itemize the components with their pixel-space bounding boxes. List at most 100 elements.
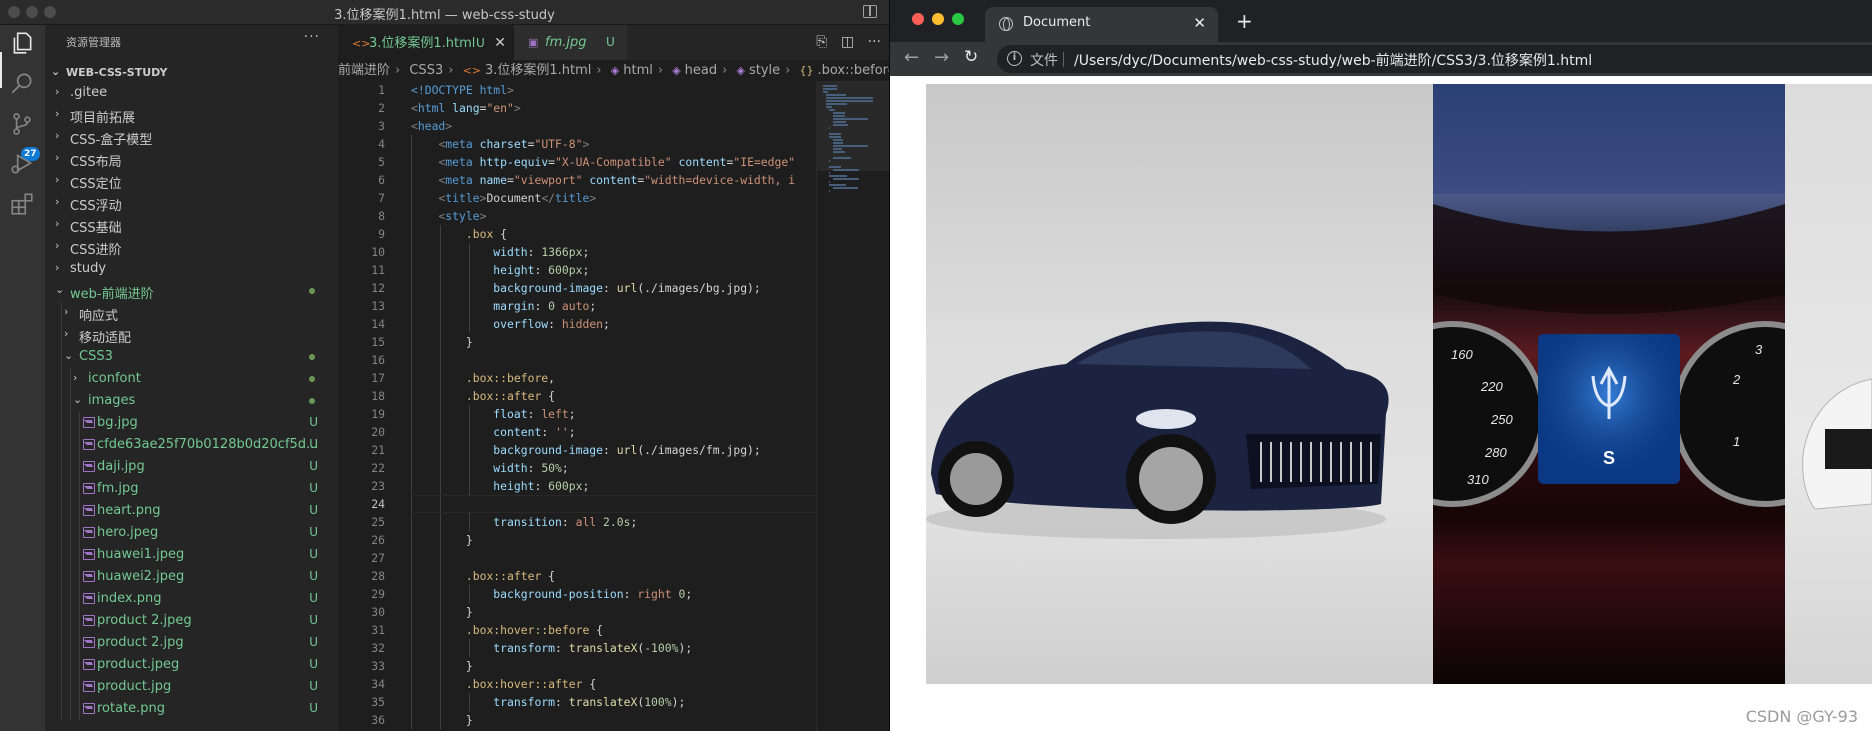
- code-line[interactable]: 7 <title>Document</title>: [338, 189, 816, 207]
- tree-folder[interactable]: › CSS进阶: [45, 236, 338, 258]
- breadcrumb-item[interactable]: html: [623, 63, 653, 78]
- tree-folder[interactable]: ⌄ web-前端进阶: [45, 280, 338, 302]
- code-line[interactable]: 1 <!DOCTYPE html>: [338, 81, 816, 99]
- code-line[interactable]: 18 .box::after {: [338, 387, 816, 405]
- address-url[interactable]: /Users/dyc/Documents/web-css-study/web-前…: [1074, 50, 1592, 70]
- tree-file[interactable]: product.jpg U: [45, 676, 338, 698]
- forward-arrow-icon[interactable]: →: [934, 47, 949, 68]
- minimap[interactable]: [816, 81, 889, 731]
- code-line[interactable]: 3 <head>: [338, 117, 816, 135]
- hover-box[interactable]: S 160 220 250 280 310 23 1: [926, 84, 1872, 684]
- code-line[interactable]: 11 height: 600px;: [338, 261, 816, 279]
- code-line[interactable]: 15 }: [338, 333, 816, 351]
- tree-file[interactable]: bg.jpg U: [45, 412, 338, 434]
- breadcrumb-item[interactable]: 3.位移案例1.html: [485, 63, 591, 78]
- code-line[interactable]: 21 background-image: url(./images/fm.jpg…: [338, 441, 816, 459]
- breadcrumb-item[interactable]: .box::before: [817, 63, 889, 78]
- address-bar[interactable]: i 文件 /Users/dyc/Documents/web-css-study/…: [997, 45, 1872, 73]
- new-tab-button[interactable]: +: [1236, 9, 1253, 33]
- tree-file[interactable]: product.jpeg U: [45, 654, 338, 676]
- code-line[interactable]: 24: [338, 495, 816, 513]
- tree-folder[interactable]: › CSS基础: [45, 214, 338, 236]
- tree-file[interactable]: rotate.png U: [45, 698, 338, 720]
- tree-file[interactable]: cfde63ae25f70b0128b0d20cf5d... U: [45, 434, 338, 456]
- tree-file[interactable]: huawei2.jpeg U: [45, 566, 338, 588]
- code-line[interactable]: 8 <style>: [338, 207, 816, 225]
- code-line[interactable]: 26 }: [338, 531, 816, 549]
- tree-folder[interactable]: › 项目前拓展: [45, 104, 338, 126]
- code-line[interactable]: 13 margin: 0 auto;: [338, 297, 816, 315]
- browser-minimize-button[interactable]: [932, 13, 944, 25]
- tree-file[interactable]: heart.png U: [45, 500, 338, 522]
- code-line[interactable]: 17 .box::before,: [338, 369, 816, 387]
- tree-folder[interactable]: › CSS浮动: [45, 192, 338, 214]
- code-line[interactable]: 25 transition: all 2.0s;: [338, 513, 816, 531]
- tree-folder[interactable]: ⌄ CSS3: [45, 346, 338, 368]
- split-editor-icon[interactable]: ◫: [841, 34, 854, 50]
- close-icon[interactable]: ✕: [1193, 14, 1206, 32]
- code-line[interactable]: 31 .box:hover::before {: [338, 621, 816, 639]
- reload-icon[interactable]: ↻: [964, 47, 978, 67]
- code-line[interactable]: 9 .box {: [338, 225, 816, 243]
- code-line[interactable]: 20 content: '';: [338, 423, 816, 441]
- code-line[interactable]: 34 .box:hover::after {: [338, 675, 816, 693]
- breadcrumb-item[interactable]: CSS3: [409, 63, 443, 78]
- breadcrumb-item[interactable]: style: [749, 63, 780, 78]
- code-line[interactable]: 23 height: 600px;: [338, 477, 816, 495]
- explorer-icon[interactable]: [9, 30, 35, 56]
- tree-folder[interactable]: › iconfont: [45, 368, 338, 390]
- close-icon[interactable]: ✕: [494, 26, 506, 61]
- code-line[interactable]: 35 transform: translateX(100%);: [338, 693, 816, 711]
- code-line[interactable]: 19 float: left;: [338, 405, 816, 423]
- more-icon[interactable]: ···: [868, 34, 881, 50]
- tree-folder[interactable]: › 移动适配: [45, 324, 338, 346]
- tree-folder[interactable]: › CSS-盒子模型: [45, 126, 338, 148]
- info-icon[interactable]: i: [1007, 51, 1022, 66]
- layout-toggle-icon[interactable]: [863, 5, 877, 18]
- code-line[interactable]: 12 background-image: url(./images/bg.jpg…: [338, 279, 816, 297]
- browser-close-button[interactable]: [912, 13, 924, 25]
- code-line[interactable]: 27: [338, 549, 816, 567]
- run-debug-icon[interactable]: [9, 150, 35, 176]
- tree-folder[interactable]: ⌄ images: [45, 390, 338, 412]
- code-line[interactable]: 29 background-position: right 0;: [338, 585, 816, 603]
- code-line[interactable]: 2 <html lang="en">: [338, 99, 816, 117]
- tree-folder[interactable]: › 响应式: [45, 302, 338, 324]
- code-line[interactable]: 22 width: 50%;: [338, 459, 816, 477]
- browser-tab[interactable]: Document ✕: [985, 7, 1218, 42]
- browser-maximize-button[interactable]: [952, 13, 964, 25]
- open-changes-icon[interactable]: ⎘: [816, 34, 827, 50]
- extensions-icon[interactable]: [9, 191, 35, 217]
- breadcrumb-item[interactable]: head: [685, 63, 717, 78]
- code-line[interactable]: 6 <meta name="viewport" content="width=d…: [338, 171, 816, 189]
- tree-file[interactable]: product 2.jpeg U: [45, 610, 338, 632]
- workspace-folder-title[interactable]: ⌄ WEB-CSS-STUDY: [45, 62, 338, 84]
- tree-file[interactable]: huawei1.jpeg U: [45, 544, 338, 566]
- tab-html-file[interactable]: <> 3.位移案例1.html U ✕: [338, 25, 514, 60]
- tree-file[interactable]: fm.jpg U: [45, 478, 338, 500]
- code-line[interactable]: 4 <meta charset="UTF-8">: [338, 135, 816, 153]
- code-line[interactable]: 28 .box::after {: [338, 567, 816, 585]
- code-line[interactable]: 5 <meta http-equiv="X-UA-Compatible" con…: [338, 153, 816, 171]
- tree-folder[interactable]: › CSS布局: [45, 148, 338, 170]
- search-icon[interactable]: [9, 70, 35, 96]
- code-line[interactable]: 30 }: [338, 603, 816, 621]
- code-line[interactable]: 33 }: [338, 657, 816, 675]
- code-line[interactable]: 32 transform: translateX(-100%);: [338, 639, 816, 657]
- tree-file[interactable]: daji.jpg U: [45, 456, 338, 478]
- back-arrow-icon[interactable]: ←: [904, 47, 919, 68]
- tree-folder[interactable]: › .gitee: [45, 82, 338, 104]
- code-line[interactable]: 36 }: [338, 711, 816, 729]
- source-control-icon[interactable]: [9, 111, 35, 137]
- more-actions-button[interactable]: ···: [304, 29, 320, 45]
- tree-file[interactable]: product 2.jpg U: [45, 632, 338, 654]
- code-editor[interactable]: 1 <!DOCTYPE html> 2 <html lang="en"> 3 <head>…: [338, 81, 816, 731]
- breadcrumb-item[interactable]: 前端进阶: [338, 63, 390, 78]
- code-line[interactable]: 10 width: 1366px;: [338, 243, 816, 261]
- code-line[interactable]: 14 overflow: hidden;: [338, 315, 816, 333]
- tree-folder[interactable]: › CSS定位: [45, 170, 338, 192]
- tree-file[interactable]: index.png U: [45, 588, 338, 610]
- tab-image-file[interactable]: ▣ fm.jpg U: [514, 25, 627, 60]
- code-line[interactable]: 16: [338, 351, 816, 369]
- tree-folder[interactable]: › study: [45, 258, 338, 280]
